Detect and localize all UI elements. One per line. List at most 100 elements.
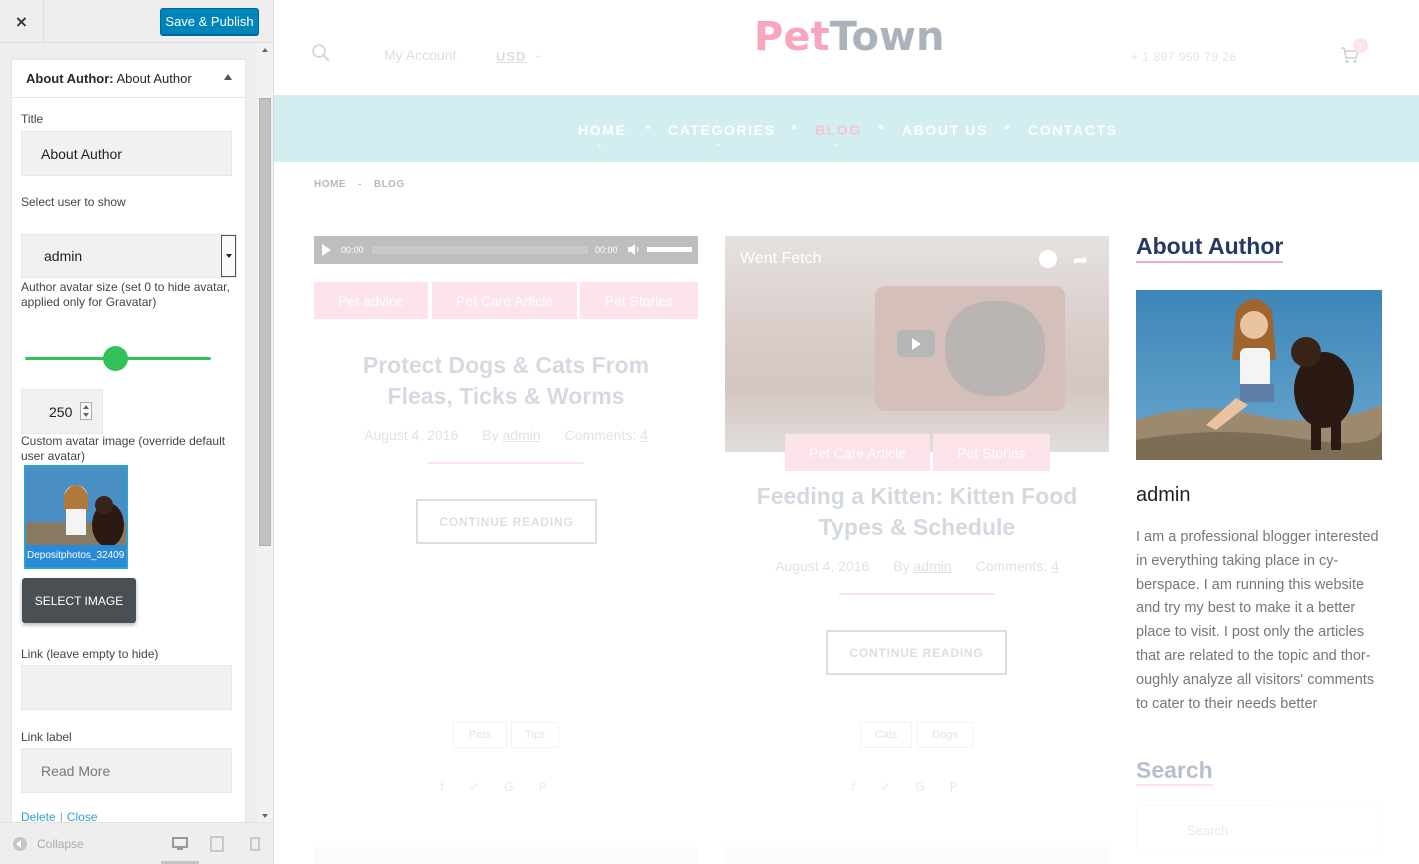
play-icon[interactable]	[897, 330, 935, 357]
post-comments-link[interactable]: 4	[1051, 558, 1059, 574]
facebook-icon[interactable]: f	[851, 780, 855, 794]
googleplus-icon[interactable]: G	[915, 780, 924, 794]
nav-categories[interactable]: CATEGORIES	[668, 122, 776, 138]
post-tag[interactable]: Pets	[453, 722, 507, 748]
collapse-button[interactable]: Collapse	[13, 837, 84, 851]
scroll-down-icon[interactable]	[262, 814, 268, 818]
post-tag[interactable]: Cats	[860, 722, 912, 748]
title-input[interactable]: About Author	[21, 131, 232, 176]
pinterest-icon[interactable]: P	[539, 780, 546, 794]
about-author-widget: About Author: About Author Title About A…	[11, 59, 246, 822]
nav-contacts[interactable]: CONTACTS	[1028, 122, 1118, 138]
close-widget-link[interactable]: Close	[67, 810, 98, 822]
nav-separator	[646, 125, 650, 129]
continue-reading-button[interactable]: CONTINUE READING	[416, 499, 597, 544]
category-tag[interactable]: Pet Care Article	[785, 434, 930, 471]
cart-count-badge: 1	[1353, 38, 1368, 53]
play-icon[interactable]	[322, 244, 331, 256]
post-tag[interactable]: Tips	[511, 722, 559, 748]
custom-avatar-thumbnail[interactable]: Depositphotos_32409	[24, 465, 128, 569]
googleplus-icon[interactable]: G	[504, 780, 513, 794]
watch-later-icon[interactable]	[1039, 250, 1057, 268]
breadcrumb-current: BLOG	[373, 179, 405, 190]
link-label-input[interactable]: Read More	[21, 748, 232, 793]
audio-progress-bar[interactable]	[372, 246, 588, 254]
link-label-label: Link label	[21, 730, 72, 744]
save-publish-button[interactable]: Save & Publish	[160, 8, 259, 35]
pinterest-icon[interactable]: P	[950, 780, 957, 794]
search-widget-title: Search	[1136, 757, 1213, 786]
collapse-icon	[13, 837, 27, 851]
about-author-title: About Author	[1136, 233, 1284, 263]
phone-number: + 1 897 959 79 26	[1131, 50, 1237, 64]
desktop-icon[interactable]	[172, 836, 188, 852]
video-title[interactable]: Went Fetch	[740, 250, 822, 268]
post-author-link[interactable]: admin	[503, 427, 541, 443]
breadcrumb: HOME - BLOG	[314, 179, 405, 190]
customizer-header: × Save & Publish	[0, 0, 273, 43]
twitter-icon[interactable]: ✓	[880, 780, 890, 794]
continue-reading-button[interactable]: CONTINUE READING	[826, 630, 1007, 675]
audio-current-time: 00:00	[341, 245, 364, 255]
avatar-size-label: Author avatar size (set 0 to hide avatar…	[21, 280, 230, 309]
avatar-size-slider-handle[interactable]	[103, 346, 128, 371]
volume-slider[interactable]	[647, 247, 692, 252]
nav-blog[interactable]: BLOG	[815, 122, 862, 138]
collapse-arrow-icon[interactable]	[224, 74, 232, 80]
sidebar-search-input[interactable]: Search	[1136, 805, 1382, 853]
link-input[interactable]	[21, 665, 232, 710]
nav-home[interactable]: HOME	[578, 122, 626, 138]
facebook-icon[interactable]: f	[440, 780, 444, 794]
my-account-link[interactable]: My Account	[384, 47, 456, 63]
tablet-icon[interactable]	[209, 836, 225, 852]
select-image-button[interactable]: SELECT IMAGE	[22, 578, 136, 623]
divider	[839, 593, 995, 595]
scroll-up-icon[interactable]	[262, 48, 268, 52]
breadcrumb-home[interactable]: HOME	[314, 179, 346, 190]
customizer-scrollbar[interactable]	[257, 43, 273, 822]
post-title[interactable]: Feeding a Kitten: Kitten Food Types & Sc…	[725, 481, 1109, 543]
customizer-footer: Collapse	[0, 822, 273, 864]
category-tag[interactable]: Pet Stories	[933, 434, 1050, 471]
collapse-label: Collapse	[37, 837, 84, 851]
twitter-icon[interactable]: ✓	[469, 780, 479, 794]
delete-widget-link[interactable]: Delete	[21, 810, 56, 822]
post-date: August 4, 2016	[364, 427, 459, 443]
post-tag[interactable]: Dogs	[917, 722, 973, 748]
chevron-down-icon[interactable]	[221, 235, 236, 277]
chevron-down-icon: ⌄	[832, 139, 839, 148]
widget-header-name: About Author	[116, 71, 192, 86]
chevron-down-icon: ⌄	[596, 139, 603, 148]
author-bio: I am a professional blogger interested i…	[1136, 529, 1379, 712]
category-tag[interactable]: Pet Care Article	[432, 282, 577, 319]
main-navigation: HOME ⌄ CATEGORIES ⌄ BLOG ⌄ ABOUT US CONT…	[274, 95, 1419, 162]
nav-about-us[interactable]: ABOUT US	[902, 122, 988, 138]
video-embed[interactable]: Went Fetch ➦	[725, 236, 1109, 452]
post-title[interactable]: Protect Dogs & Cats From Fleas, Ticks & …	[314, 350, 698, 412]
user-select[interactable]: admin	[21, 234, 237, 278]
category-tag[interactable]: Pet Stories	[580, 282, 698, 319]
post-comments-link[interactable]: 4	[640, 427, 648, 443]
divider	[428, 462, 584, 464]
scrollbar-thumb[interactable]	[259, 98, 271, 546]
author-name: admin	[1136, 484, 1191, 506]
widget-header-prefix: About Author:	[26, 71, 114, 86]
nav-separator	[792, 125, 796, 129]
number-spinner-icon[interactable]	[80, 402, 92, 420]
share-icon[interactable]: ➦	[1073, 250, 1088, 271]
link-label: Link (leave empty to hide)	[21, 647, 159, 661]
share-icons: f ✓ G P	[440, 780, 571, 794]
currency-select[interactable]: USD	[496, 49, 526, 64]
category-tag[interactable]: Pet advice	[314, 282, 428, 319]
author-photo	[1136, 290, 1382, 460]
widget-header[interactable]: About Author: About Author	[12, 60, 245, 98]
post-author-link[interactable]: admin	[914, 558, 952, 574]
search-icon[interactable]	[312, 44, 330, 62]
share-icons: f ✓ G P	[851, 780, 982, 794]
mobile-icon[interactable]	[247, 836, 263, 852]
close-customizer-button[interactable]: ×	[0, 0, 44, 43]
volume-icon[interactable]	[628, 243, 640, 256]
site-logo[interactable]: PetTown	[754, 14, 944, 60]
post-meta: August 4, 2016 By admin Comments: 4	[775, 558, 1059, 574]
nav-separator	[1005, 125, 1009, 129]
